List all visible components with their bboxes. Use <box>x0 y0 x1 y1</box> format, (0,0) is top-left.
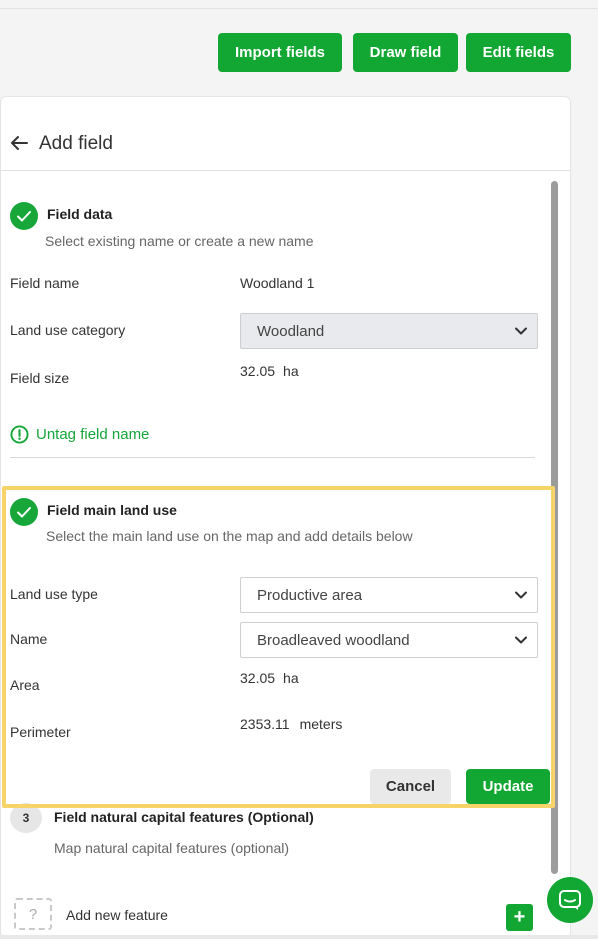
exclamation-circle-icon <box>10 425 29 444</box>
top-divider <box>0 8 598 9</box>
land-use-category-label: Land use category <box>10 322 126 338</box>
panel-header: Add field <box>1 97 570 171</box>
field-data-check-icon <box>10 202 38 230</box>
field-data-subtitle: Select existing name or create a new nam… <box>45 233 314 249</box>
draw-field-button[interactable]: Draw field <box>353 33 458 72</box>
section-divider <box>10 457 535 458</box>
land-use-category-value: Woodland <box>257 322 325 340</box>
import-fields-button[interactable]: Import fields <box>218 33 342 72</box>
edit-fields-button[interactable]: Edit fields <box>466 33 571 72</box>
land-use-category-select[interactable]: Woodland <box>240 313 538 349</box>
page-title: Add field <box>39 133 113 154</box>
untag-field-name-label: Untag field name <box>36 426 150 443</box>
feature-placeholder-icon: ? <box>14 898 52 930</box>
chevron-down-icon <box>515 327 527 335</box>
field-name-label: Field name <box>10 275 80 291</box>
field-size-unit: ha <box>283 363 299 379</box>
field-size-value: 32.05 <box>240 363 276 379</box>
chat-icon <box>559 890 581 910</box>
field-data-title: Field data <box>47 206 113 222</box>
natural-capital-title: Field natural capital features (Optional… <box>54 809 314 825</box>
highlight-frame <box>2 486 555 808</box>
bottom-strip <box>0 935 598 939</box>
natural-capital-subtitle: Map natural capital features (optional) <box>54 840 290 856</box>
field-size-label: Field size <box>10 370 70 386</box>
untag-field-name-link[interactable]: Untag field name <box>10 425 149 444</box>
add-new-feature-label[interactable]: Add new feature <box>66 907 168 923</box>
add-feature-plus-icon[interactable]: + <box>506 904 533 931</box>
field-name-value: Woodland 1 <box>240 275 315 291</box>
field-size: 32.05 ha <box>240 363 299 379</box>
arrow-left-icon[interactable] <box>10 134 28 152</box>
chat-button[interactable] <box>547 877 593 923</box>
